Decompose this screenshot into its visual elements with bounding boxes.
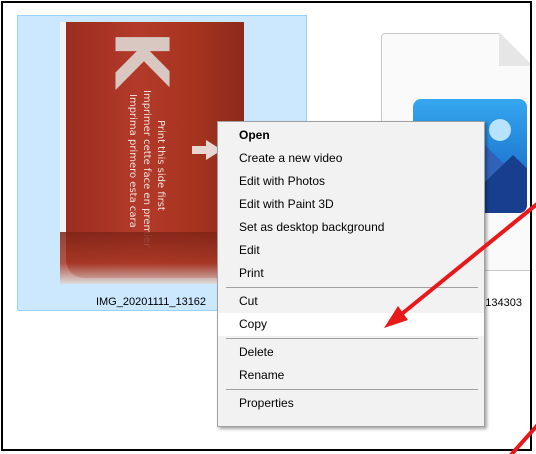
thumbnail-text-line3: Imprima primero esta cara xyxy=(127,94,138,228)
menu-separator xyxy=(226,338,478,339)
photo-sun xyxy=(489,119,511,141)
menu-separator xyxy=(226,287,478,288)
context-menu: Open Create a new video Edit with Photos… xyxy=(217,121,485,427)
menu-item-edit-paint3d[interactable]: Edit with Paint 3D xyxy=(218,193,484,216)
menu-item-copy[interactable]: Copy xyxy=(218,313,484,336)
menu-item-open[interactable]: Open xyxy=(218,124,484,147)
menu-item-edit[interactable]: Edit xyxy=(218,239,484,262)
menu-separator xyxy=(226,389,478,390)
thumbnail-text-line2: Imprimer cette face en premier xyxy=(141,90,152,248)
menu-item-cut[interactable]: Cut xyxy=(218,290,484,313)
menu-item-rename[interactable]: Rename xyxy=(218,364,484,387)
menu-item-create-video[interactable]: Create a new video xyxy=(218,147,484,170)
file-name-text: IMG_20201111_13162 xyxy=(95,296,207,308)
menu-item-print[interactable]: Print xyxy=(218,262,484,285)
menu-item-delete[interactable]: Delete xyxy=(218,341,484,364)
menu-item-edit-photos[interactable]: Edit with Photos xyxy=(218,170,484,193)
page-corner-fold xyxy=(499,32,530,66)
thumbnail-text-line1: Print this side first xyxy=(155,120,166,211)
thumbnail-big-letter: K xyxy=(97,30,184,88)
menu-item-set-background[interactable]: Set as desktop background xyxy=(218,216,484,239)
explorer-window: K Print this side first Imprimer cette f… xyxy=(1,1,532,451)
menu-item-properties[interactable]: Properties xyxy=(218,392,484,415)
